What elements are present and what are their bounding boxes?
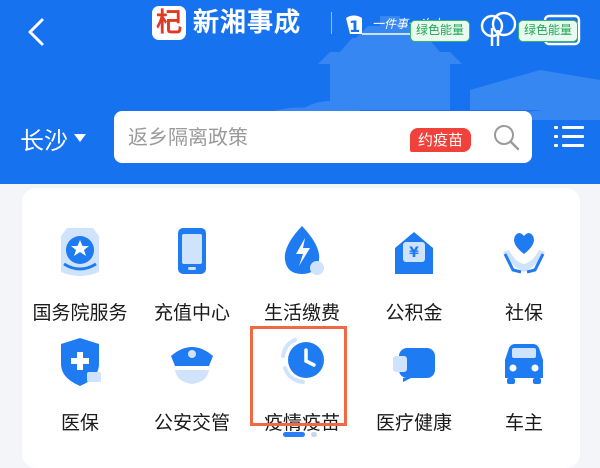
header: 杞 新湘事成 1 一件事一次办 长沙 [0, 0, 600, 184]
service-item-utility[interactable]: 生活缴费 [246, 208, 358, 328]
service-item-recharge[interactable]: 充值中心 [136, 208, 248, 328]
menu-icon[interactable] [552, 122, 586, 152]
page-dot [311, 432, 317, 437]
tree-icon[interactable] [476, 8, 520, 48]
service-label: 公安交管 [153, 412, 230, 434]
caret-down-icon [74, 134, 86, 142]
city-selector[interactable]: 长沙 [20, 118, 86, 158]
utility-bill-icon [284, 226, 324, 275]
app-logo: 杞 [152, 6, 186, 40]
housing-fund-icon: ¥ [395, 232, 433, 274]
service-label: 车主 [504, 412, 543, 434]
search-icon[interactable] [492, 123, 520, 151]
svg-text:1: 1 [349, 17, 360, 36]
service-item-police[interactable]: 公安交管 [136, 318, 248, 438]
medical-health-icon [393, 348, 435, 382]
service-item-car-owner[interactable]: 车主 [468, 318, 580, 438]
app-name: 新湘事成 [193, 8, 302, 38]
logo-char: 杞 [155, 8, 182, 38]
social-security-icon [503, 233, 545, 274]
car-owner-icon [505, 344, 543, 384]
green-energy-badge: 绿色能量 [518, 20, 579, 42]
service-item-gov[interactable]: 国务院服务 [24, 208, 136, 328]
highlight-box [250, 326, 347, 426]
service-item-medical-health[interactable]: 医疗健康 [358, 318, 470, 438]
svg-text:¥: ¥ [409, 245, 419, 261]
service-label: 医疗健康 [375, 412, 452, 434]
back-button[interactable] [18, 12, 58, 52]
gov-service-icon [61, 228, 99, 276]
title-divider [331, 12, 332, 34]
page-dot-active [283, 432, 305, 437]
service-label: 医保 [60, 412, 99, 434]
green-energy-badge: 绿色能量 [410, 20, 471, 42]
service-item-social-security[interactable]: 社保 [468, 208, 580, 328]
medical-insurance-icon [61, 338, 101, 386]
recharge-icon [178, 228, 206, 274]
police-traffic-icon [171, 347, 213, 384]
service-item-medical-insurance[interactable]: 医保 [24, 318, 136, 438]
service-item-housing-fund[interactable]: ¥ 公积金 [358, 208, 470, 328]
city-name: 长沙 [20, 126, 68, 155]
vaccine-appointment-badge: 约疫苗 [410, 128, 472, 152]
